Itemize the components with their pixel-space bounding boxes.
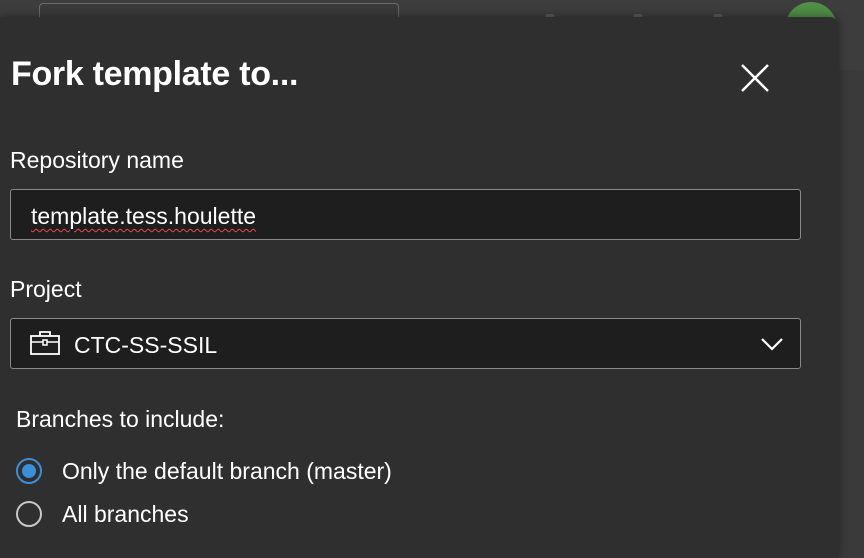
radio-default-branch[interactable]: Only the default branch (master)	[16, 456, 392, 486]
branches-label: Branches to include:	[16, 406, 225, 432]
radio-all-branches-label: All branches	[62, 500, 189, 527]
repository-name-value: template.tess.houlette	[31, 203, 257, 229]
project-label: Project	[10, 276, 82, 302]
background-panel	[838, 70, 864, 558]
radio-all-branches[interactable]: All branches	[16, 499, 189, 529]
repository-name-label: Repository name	[10, 147, 184, 173]
radio-button-selected[interactable]	[16, 458, 42, 484]
project-dropdown[interactable]: CTC-SS-SSIL	[10, 318, 801, 369]
project-value: CTC-SS-SSIL	[74, 332, 218, 358]
fork-dialog: Fork template to... Repository name temp…	[0, 17, 838, 558]
dialog-title: Fork template to...	[11, 55, 299, 93]
close-button[interactable]	[730, 61, 780, 97]
radio-default-branch-label: Only the default branch (master)	[62, 457, 392, 484]
chevron-down-icon	[761, 338, 783, 351]
radio-button[interactable]	[16, 501, 42, 527]
briefcase-icon	[30, 331, 60, 355]
close-icon	[741, 64, 769, 92]
repository-name-input[interactable]: template.tess.houlette	[10, 189, 801, 240]
